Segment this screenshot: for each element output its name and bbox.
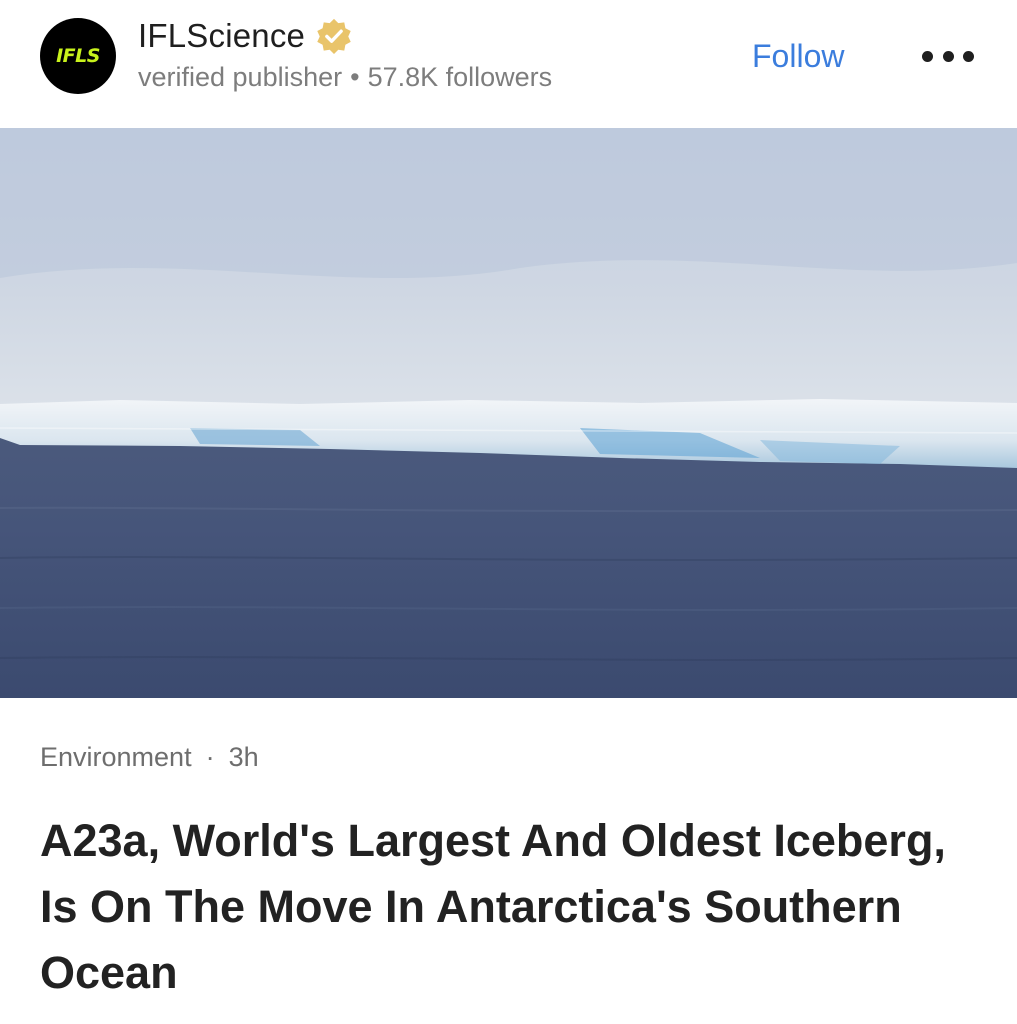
meta-dot-separator: ·	[205, 742, 215, 772]
more-dot	[922, 50, 933, 62]
publisher-avatar[interactable]: IFLS	[40, 18, 116, 94]
publisher-status: verified publisher	[138, 62, 343, 92]
publisher-meta: verified publisher • 57.8K followers	[138, 62, 552, 93]
verified-badge-icon	[317, 18, 351, 55]
more-dot	[942, 50, 954, 62]
article-headline[interactable]: A23a, World's Largest And Oldest Iceberg…	[40, 808, 990, 1006]
article-time: 3h	[228, 742, 259, 772]
more-options-icon[interactable]	[918, 38, 978, 74]
publisher-name[interactable]: IFLScience	[138, 17, 305, 55]
meta-separator: •	[350, 62, 360, 92]
article-category[interactable]: Environment	[40, 742, 192, 772]
article-image[interactable]	[0, 128, 1017, 698]
iceberg-photo	[0, 128, 1017, 698]
publisher-name-row: IFLScience	[138, 14, 353, 58]
follower-count: 57.8K followers	[367, 62, 553, 92]
article-meta: Environment · 3h	[40, 742, 259, 773]
avatar-logo-text: IFLS	[56, 45, 100, 67]
follow-button[interactable]: Follow	[752, 34, 844, 78]
more-dot	[963, 50, 974, 62]
publisher-header: IFLS IFLScience verified publisher • 57.8K…	[0, 0, 1017, 128]
